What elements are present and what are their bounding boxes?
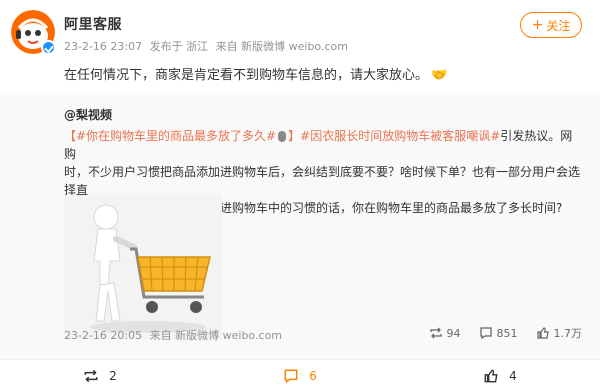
- comment-button[interactable]: 6: [200, 360, 400, 392]
- retweeted-post[interactable]: @梨视频 【#你在购物车里的商品最多放了多久# 】#因衣服长时间放购物车被客服嘲讽…: [0, 95, 600, 359]
- repost-count: 2: [109, 369, 117, 383]
- post-actions: 2 6 4: [0, 360, 600, 392]
- retweet-like-stat[interactable]: 1.7万: [536, 325, 583, 341]
- hashtag-link[interactable]: 【#你在购物车里的商品最多放了多久#: [64, 129, 276, 143]
- comment-count: 6: [309, 369, 317, 383]
- follow-button[interactable]: + 关注: [520, 12, 582, 38]
- post-meta: 23-2-16 23:07 发布于 浙江 来自 新版微博 weibo.com: [64, 38, 352, 54]
- repost-button[interactable]: 2: [0, 360, 200, 392]
- repost-icon: [429, 327, 442, 339]
- like-icon: [484, 369, 498, 383]
- post-text-content: 在任何情况下，商家是肯定看不到购物车信息的，请大家放心。: [64, 68, 429, 83]
- like-button[interactable]: 4: [400, 360, 600, 392]
- retweet-author[interactable]: @梨视频: [64, 106, 112, 123]
- retweet-meta: 23-2-16 20:05 来自 新版微博 weibo.com: [64, 327, 286, 343]
- retweet-repost-stat[interactable]: 94: [429, 326, 461, 340]
- weibo-post-card: 阿里客服 23-2-16 23:07 发布于 浙江 来自 新版微博 weibo.…: [0, 0, 600, 392]
- retweet-comment-stat[interactable]: 851: [479, 326, 518, 340]
- post-time[interactable]: 23-2-16 23:07: [64, 40, 142, 53]
- comment-icon: [284, 369, 298, 384]
- bracket-close: 】: [288, 129, 301, 143]
- like-icon: [536, 327, 549, 339]
- retweet-source: 来自 新版微博 weibo.com: [149, 329, 282, 342]
- mic-icon: [278, 131, 287, 142]
- author-name[interactable]: 阿里客服: [64, 14, 122, 34]
- retweet-stats: 94 851 1.7万: [411, 325, 583, 341]
- post-source: 来自 新版微博 weibo.com: [215, 40, 348, 53]
- retweet-repost-count: 94: [446, 326, 461, 340]
- retweet-text-line2: 时，不少用户习惯把商品添加进购物车后，会纠结到底要不要？啥时候下单？也有一部分用…: [64, 165, 581, 197]
- post-text: 在任何情况下，商家是肯定看不到购物车信息的，请大家放心。 🤝: [64, 64, 447, 83]
- comment-icon: [479, 327, 492, 340]
- post-location: 发布于 浙江: [149, 40, 209, 53]
- retweet-comment-count: 851: [496, 326, 518, 340]
- repost-icon: [84, 369, 98, 383]
- plus-icon: +: [531, 17, 544, 33]
- verified-badge-icon: [41, 40, 56, 55]
- hashtag-link[interactable]: #因衣服长时间放购物车被客服嘲讽#: [300, 129, 500, 143]
- handshake-emoji-icon: 🤝: [431, 68, 448, 83]
- follow-label: 关注: [546, 18, 571, 33]
- retweet-image[interactable]: [64, 195, 222, 339]
- like-count: 4: [509, 369, 517, 383]
- retweet-time[interactable]: 23-2-16 20:05: [64, 329, 142, 342]
- retweet-like-count: 1.7万: [553, 327, 583, 340]
